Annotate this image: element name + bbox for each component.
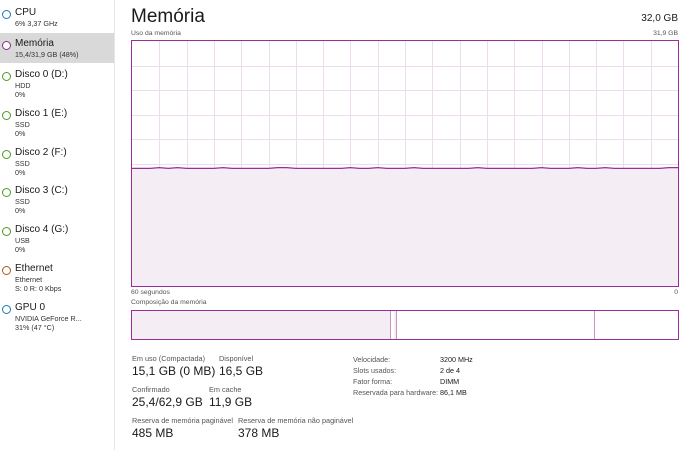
sidebar-item-label: Disco 0 (D:) <box>15 69 68 80</box>
cached-label: Em cache <box>209 385 242 394</box>
sidebar-item-detail: NVIDIA GeForce R... <box>15 314 82 323</box>
page-title: Memória <box>131 6 205 27</box>
sidebar-item-detail: 0% <box>15 90 26 99</box>
time-axis-start: 60 segundos <box>131 289 170 296</box>
composition-free <box>596 311 678 339</box>
paged-pool-value: 485 MB <box>132 426 174 440</box>
sidebar-item-label: Disco 2 (F:) <box>15 147 67 158</box>
sidebar-item-gpu-0[interactable]: GPU 0 NVIDIA GeForce R... 31% (47 °C) <box>0 297 114 335</box>
sidebar-item-detail: SSD <box>15 197 30 206</box>
cached-value: 11,9 GB <box>209 395 253 409</box>
slots-value: 2 de 4 <box>440 366 460 375</box>
usage-area <box>132 167 678 286</box>
sidebar-item-detail: HDD <box>15 81 31 90</box>
in-use-label: Em uso (Compactada) <box>132 354 205 363</box>
sidebar-item-disk-3[interactable]: Disco 3 (C:) SSD 0% <box>0 180 114 218</box>
sidebar-item-ethernet[interactable]: Ethernet Ethernet S: 0 R: 0 Kbps <box>0 258 114 296</box>
disk-status-circle-icon <box>2 111 11 120</box>
sidebar-item-detail: 0% <box>15 206 26 215</box>
form-factor-value: DIMM <box>440 377 460 386</box>
hardware-reserved-key: Reservada para hardware: <box>353 388 439 397</box>
usage-graph-max: 31,9 GB <box>653 30 678 37</box>
available-label: Disponível <box>219 354 254 363</box>
composition-label: Composição da memória <box>131 299 207 306</box>
sidebar-item-detail: 0% <box>15 168 26 177</box>
sidebar-item-detail: 0% <box>15 245 26 254</box>
memory-composition-bar <box>131 310 679 340</box>
sidebar-item-disk-4[interactable]: Disco 4 (G:) USB 0% <box>0 219 114 257</box>
sidebar-item-detail: USB <box>15 236 30 245</box>
sidebar-item-label: GPU 0 <box>15 302 46 313</box>
sidebar-item-label: Disco 4 (G:) <box>15 224 69 235</box>
sidebar-item-label: Memória <box>15 38 54 49</box>
slots-key: Slots usados: <box>353 366 397 375</box>
sidebar-item-detail: 31% (47 °C) <box>15 323 55 332</box>
sidebar-item-label: Disco 3 (C:) <box>15 185 68 196</box>
time-axis-end: 0 <box>674 289 678 296</box>
committed-value: 25,4/62,9 GB <box>132 395 203 409</box>
composition-modified <box>394 311 397 339</box>
usage-graph-label: Uso da memória <box>131 30 181 37</box>
sidebar-item-disk-1[interactable]: Disco 1 (E:) SSD 0% <box>0 103 114 141</box>
sidebar-item-detail: 6% 3,37 GHz <box>15 19 58 28</box>
committed-label: Confirmado <box>132 385 170 394</box>
speed-value: 3200 MHz <box>440 355 473 364</box>
sidebar-item-detail: Ethernet <box>15 275 43 284</box>
sidebar-item-label: Disco 1 (E:) <box>15 108 68 119</box>
sidebar-item-memory[interactable]: Memória 15,4/31,9 GB (48%) <box>0 33 114 63</box>
composition-in-use <box>132 311 391 339</box>
memory-usage-svg <box>132 41 678 286</box>
disk-status-circle-icon <box>2 150 11 159</box>
sidebar-item-disk-0[interactable]: Disco 0 (D:) HDD 0% <box>0 64 114 102</box>
nonpaged-pool-value: 378 MB <box>238 426 280 440</box>
paged-pool-label: Reserva de memória paginável <box>132 416 233 425</box>
cpu-status-circle-icon <box>2 10 11 19</box>
available-value: 16,5 GB <box>219 364 264 378</box>
memory-usage-graph <box>131 40 679 287</box>
sidebar-item-detail: S: 0 R: 0 Kbps <box>15 284 62 293</box>
in-use-value: 15,1 GB (0 MB) <box>132 364 216 378</box>
sidebar: CPU 6% 3,37 GHz Memória 15,4/31,9 GB (48… <box>0 0 115 450</box>
nonpaged-pool-label: Reserva de memória não paginável <box>238 416 354 425</box>
sidebar-item-disk-2[interactable]: Disco 2 (F:) SSD 0% <box>0 142 114 180</box>
gpu-status-circle-icon <box>2 305 11 314</box>
total-memory: 32,0 GB <box>641 13 678 24</box>
disk-status-circle-icon <box>2 72 11 81</box>
sidebar-item-detail: SSD <box>15 159 30 168</box>
ethernet-status-circle-icon <box>2 266 11 275</box>
sidebar-item-detail: SSD <box>15 120 30 129</box>
disk-status-circle-icon <box>2 188 11 197</box>
hardware-reserved-value: 86,1 MB <box>440 388 467 397</box>
composition-standby <box>398 311 595 339</box>
sidebar-item-detail: 15,4/31,9 GB (48%) <box>15 50 79 59</box>
sidebar-item-label: CPU <box>15 7 37 18</box>
speed-key: Velocidade: <box>353 355 391 364</box>
sidebar-item-label: Ethernet <box>15 263 53 274</box>
disk-status-circle-icon <box>2 227 11 236</box>
form-factor-key: Fator forma: <box>353 377 393 386</box>
sidebar-item-detail: 0% <box>15 129 26 138</box>
memory-status-circle-icon <box>2 41 11 50</box>
